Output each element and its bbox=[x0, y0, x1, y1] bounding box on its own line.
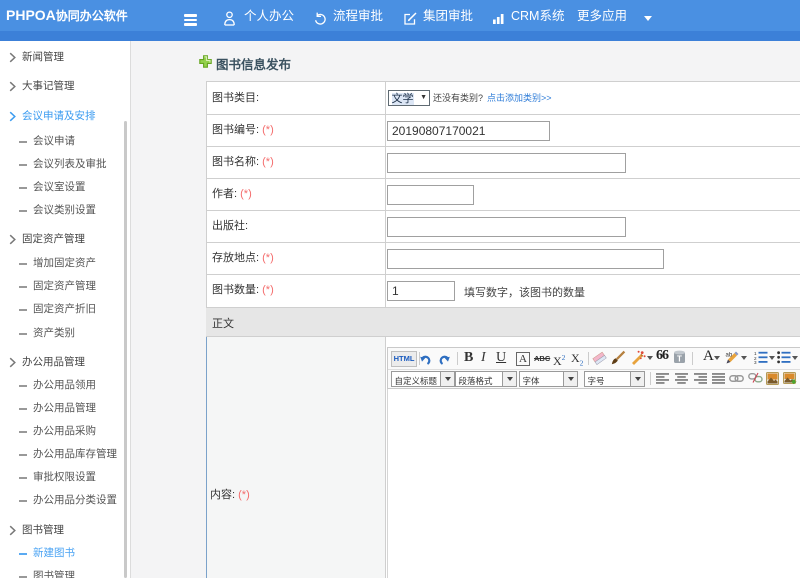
svg-text:ab: ab bbox=[726, 353, 733, 359]
svg-text:3: 3 bbox=[754, 360, 757, 364]
svg-text:T: T bbox=[677, 355, 682, 364]
